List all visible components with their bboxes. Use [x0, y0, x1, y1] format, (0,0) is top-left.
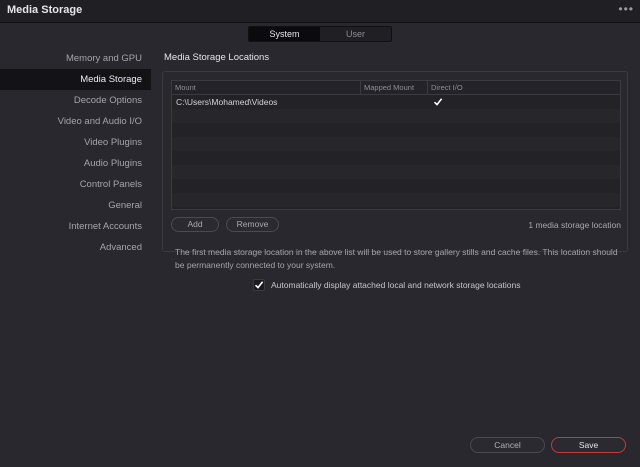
table-row-empty: [172, 179, 620, 193]
table-row-empty: [172, 165, 620, 179]
location-count: 1 media storage location: [528, 220, 621, 230]
table-row-empty: [172, 207, 620, 209]
tab-system[interactable]: System: [249, 27, 320, 41]
window-title: Media Storage: [7, 4, 83, 16]
direct-io-checkbox[interactable]: [433, 97, 443, 106]
storage-locations-table: Mount Mapped Mount Direct I/O C:\Users\M…: [171, 80, 621, 210]
info-text: The first media storage location in the …: [175, 247, 618, 270]
direct-io-cell: [428, 95, 620, 109]
table-header: Mount Mapped Mount Direct I/O: [172, 81, 620, 95]
remove-button[interactable]: Remove: [226, 217, 279, 232]
checkmark-icon: [433, 98, 443, 106]
add-button[interactable]: Add: [171, 217, 219, 232]
column-header-mount[interactable]: Mount: [172, 81, 361, 94]
storage-locations-panel: Mount Mapped Mount Direct I/O C:\Users\M…: [162, 71, 628, 252]
column-header-mapped-mount[interactable]: Mapped Mount: [361, 81, 428, 94]
auto-display-option[interactable]: Automatically display attached local and…: [253, 279, 520, 291]
sidebar-item-audio-plugins[interactable]: Audio Plugins: [0, 153, 151, 174]
table-row-empty: [172, 193, 620, 207]
more-options-icon[interactable]: •••: [618, 2, 634, 16]
column-header-direct-io[interactable]: Direct I/O: [428, 81, 620, 94]
section-title: Media Storage Locations: [164, 52, 270, 63]
table-row-empty: [172, 151, 620, 165]
auto-display-checkbox[interactable]: [253, 279, 265, 291]
save-button[interactable]: Save: [551, 437, 626, 453]
sidebar-item-advanced[interactable]: Advanced: [0, 237, 151, 258]
sidebar-item-general[interactable]: General: [0, 195, 151, 216]
table-row-empty: [172, 137, 620, 151]
sidebar-item-media-storage[interactable]: Media Storage: [0, 69, 151, 90]
mount-path: C:\Users\Mohamed\Videos: [176, 97, 278, 107]
mapped-mount: [361, 95, 428, 109]
sidebar-item-video-plugins[interactable]: Video Plugins: [0, 132, 151, 153]
tab-user[interactable]: User: [320, 27, 391, 41]
sidebar-item-memory-and-gpu[interactable]: Memory and GPU: [0, 48, 151, 69]
sidebar-item-decode-options[interactable]: Decode Options: [0, 90, 151, 111]
checkmark-icon: [254, 281, 264, 289]
sidebar-item-control-panels[interactable]: Control Panels: [0, 174, 151, 195]
cancel-button[interactable]: Cancel: [470, 437, 545, 453]
title-bar: Media Storage •••: [0, 0, 640, 23]
table-row-empty: [172, 123, 620, 137]
sidebar: Memory and GPU Media Storage Decode Opti…: [0, 48, 151, 258]
table-row-empty: [172, 109, 620, 123]
auto-display-label: Automatically display attached local and…: [271, 280, 521, 290]
table-row[interactable]: C:\Users\Mohamed\Videos: [172, 95, 620, 109]
sidebar-item-video-and-audio-io[interactable]: Video and Audio I/O: [0, 111, 151, 132]
sidebar-item-internet-accounts[interactable]: Internet Accounts: [0, 216, 151, 237]
scope-toggle: System User: [248, 26, 392, 42]
